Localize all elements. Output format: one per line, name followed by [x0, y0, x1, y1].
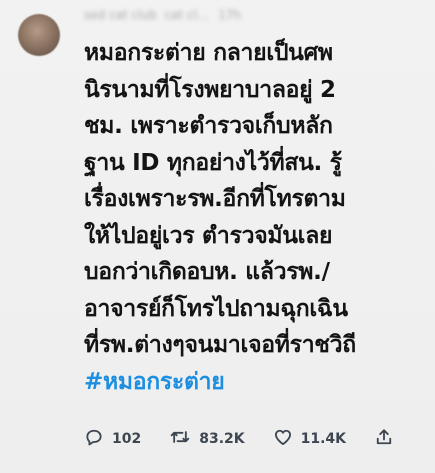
tweet-actions: 102 83.2K 11.4K: [84, 426, 424, 452]
retweet-button[interactable]: 83.2K: [169, 427, 245, 451]
tweet-text-line: หมอกระต่าย กลายเป็นศพ: [84, 40, 333, 66]
like-count: 11.4K: [300, 431, 347, 447]
avatar[interactable]: [18, 14, 60, 56]
tweet-text-line: ที่รพ.ต่างๆจนมาเจอที่ราชวิถี: [84, 332, 356, 358]
tweet-text-line: เรื่องเพราะรพ.อีกที่โทรตาม: [84, 186, 346, 212]
author-name[interactable]: sed cat club: [84, 8, 157, 22]
tweet-text-line: นิรนามที่โรงพยาบาลอยู่ 2: [84, 76, 336, 103]
tweet-text-line: ชม. เพราะตำรวจเก็บหลัก: [84, 113, 333, 139]
tweet-text-line: ให้ไปอยู่เวร ตำรวจมันเลย: [84, 222, 333, 249]
tweet-text-line: อาจารย์ก็โทรไปถามฉุกเฉิน: [84, 295, 348, 322]
tweet-text-line: บอกว่าเกิดอบห. แล้วรพ./: [84, 259, 330, 285]
author-handle[interactable]: cat cl...: [165, 8, 209, 22]
tweet-text-line: ฐาน ID ทุกอย่างไว้ที่สน. รู้: [84, 149, 342, 176]
tweet-header: sed cat club cat cl... 17h: [84, 8, 414, 26]
hashtag-link[interactable]: #หมอกระต่าย: [84, 364, 429, 401]
retweet-icon: [169, 427, 199, 451]
tweet-text: หมอกระต่าย กลายเป็นศพ นิรนามที่โรงพยาบาล…: [84, 35, 429, 400]
reply-icon: [84, 427, 112, 451]
reply-count: 102: [112, 431, 142, 447]
tweet-card: sed cat club cat cl... 17h หมอกระต่าย กล…: [0, 0, 435, 473]
like-icon: [273, 427, 301, 451]
share-icon: [374, 427, 402, 451]
tweet-timestamp[interactable]: 17h: [218, 8, 241, 22]
like-button[interactable]: 11.4K: [273, 427, 346, 451]
reply-button[interactable]: 102: [84, 427, 141, 451]
share-button[interactable]: [374, 427, 402, 451]
retweet-count: 83.2K: [199, 431, 245, 447]
